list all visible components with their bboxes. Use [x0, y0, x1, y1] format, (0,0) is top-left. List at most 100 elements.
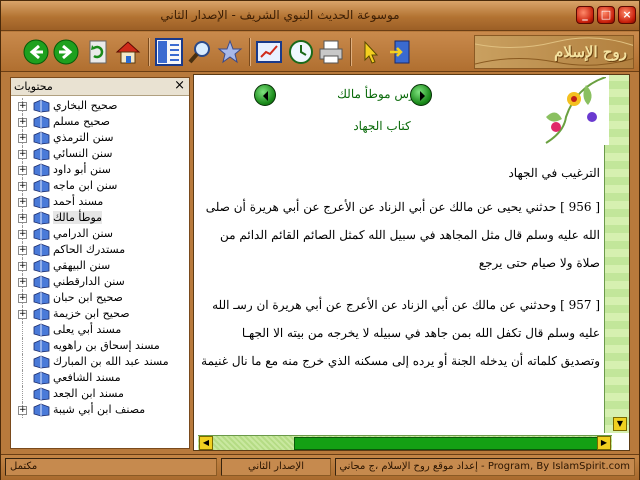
chart-icon[interactable]	[255, 38, 283, 66]
tree-item[interactable]: + صحيح البخاري	[11, 98, 189, 114]
tree-item[interactable]: + سنن البيهقي	[11, 258, 189, 274]
tree-item-label: صحيح البخاري	[53, 99, 118, 112]
tree-item[interactable]: مسند إسحاق بن راهويه	[11, 338, 189, 354]
tree-item[interactable]: + مستدرك الحاكم	[11, 242, 189, 258]
tree-connector	[22, 338, 23, 354]
expand-icon[interactable]: +	[18, 150, 27, 159]
toolbar: روح الإسلام	[1, 32, 639, 72]
tree-item[interactable]: + موطأ مالك	[11, 210, 189, 226]
home-icon[interactable]	[114, 38, 142, 66]
tree-item-label: مصنف ابن أبي شيبة	[53, 403, 146, 416]
minimize-button[interactable]: _	[576, 6, 594, 24]
refresh-icon[interactable]	[84, 38, 112, 66]
book-icon	[33, 179, 50, 193]
book-icon	[33, 195, 50, 209]
tree-item[interactable]: + صحيح ابن حبان	[11, 290, 189, 306]
expand-icon[interactable]: +	[18, 246, 27, 255]
panel-icon[interactable]	[155, 38, 183, 66]
expand-icon[interactable]: +	[18, 278, 27, 287]
book-tree: + صحيح البخاري + صحيح مسلم + سنن الترمذي + سنن …	[11, 98, 189, 418]
book-icon	[33, 371, 50, 385]
pointer-icon[interactable]	[356, 38, 384, 66]
clock-icon[interactable]	[287, 38, 315, 66]
tree-item[interactable]: + سنن النسائي	[11, 146, 189, 162]
tree-item-label: مسند عبد الله بن المبارك	[53, 355, 169, 368]
maximize-button[interactable]: □	[597, 6, 615, 24]
tree-item[interactable]: + سنن ابن ماجه	[11, 178, 189, 194]
expand-icon[interactable]: +	[18, 118, 27, 127]
expand-icon[interactable]: +	[18, 310, 27, 319]
scroll-left-icon[interactable]: ◀	[199, 436, 213, 450]
expand-icon[interactable]: +	[18, 134, 27, 143]
book-icon	[33, 243, 50, 257]
scroll-right-icon[interactable]: ▶	[597, 436, 611, 450]
tree-item[interactable]: + صحيح ابن خزيمة	[11, 306, 189, 322]
expand-icon[interactable]: +	[18, 230, 27, 239]
book-icon	[33, 339, 50, 353]
book-icon	[33, 275, 50, 289]
tree-item[interactable]: مسند عبد الله بن المبارك	[11, 354, 189, 370]
main-window: _ □ × موسوعة الحديث النبوي الشريف - الإص…	[0, 0, 640, 480]
chapter-title: كتاب الجهاد	[353, 119, 411, 133]
close-icon[interactable]: ×	[174, 78, 185, 93]
tree-item-label: سنن أبو داود	[53, 163, 111, 176]
arrow-right-icon[interactable]	[52, 38, 80, 66]
tree-item[interactable]: + سنن الدارقطني	[11, 274, 189, 290]
tree-item[interactable]: + صحيح مسلم	[11, 114, 189, 130]
book-icon	[33, 227, 50, 241]
magnifier-icon[interactable]	[186, 38, 214, 66]
book-icon	[33, 307, 50, 321]
tree-item[interactable]: + مصنف ابن أبي شيبة	[11, 402, 189, 418]
tree-item-label: سنن الدرامي	[53, 227, 114, 240]
book-icon	[33, 163, 50, 177]
expand-icon[interactable]: +	[18, 214, 27, 223]
printer-icon[interactable]	[317, 38, 345, 66]
tree-item-label: سنن ابن ماجه	[53, 179, 118, 192]
door-exit-icon[interactable]	[387, 38, 415, 66]
tree-item[interactable]: + سنن الترمذي	[11, 130, 189, 146]
status-credits: Program, By IslamSpirit.com - إعداد موقع…	[335, 458, 635, 476]
tree-item-label: سنن النسائي	[53, 147, 113, 160]
expand-icon[interactable]: +	[18, 294, 27, 303]
flower-ornament-icon	[545, 77, 606, 144]
vertical-scrollbar[interactable]: ▼	[607, 75, 629, 433]
scroll-down-icon[interactable]: ▼	[613, 417, 627, 431]
close-button[interactable]: ×	[618, 6, 636, 24]
tree-item-label: سنن الترمذي	[53, 131, 114, 144]
tree-connector	[22, 354, 23, 370]
tree-item[interactable]: مسند أبي يعلى	[11, 322, 189, 338]
title-bar[interactable]: _ □ × موسوعة الحديث النبوي الشريف - الإص…	[1, 1, 639, 31]
tree-item[interactable]: مسند الشافعي	[11, 370, 189, 386]
tree-item[interactable]: مسند ابن الجعد	[11, 386, 189, 402]
arrow-left-icon[interactable]	[22, 38, 50, 66]
tree-item-label: سنن البيهقي	[53, 259, 111, 272]
horizontal-scrollbar[interactable]: ◀ ▶	[198, 435, 612, 450]
tree-item-label: موطأ مالك	[53, 211, 103, 224]
tree-item[interactable]: + سنن أبو داود	[11, 162, 189, 178]
horizontal-scroll-thumb[interactable]	[294, 437, 602, 450]
previous-page-button[interactable]	[254, 84, 276, 106]
book-icon	[33, 291, 50, 305]
tree-item[interactable]: + سنن الدرامي	[11, 226, 189, 242]
tree-item-label: صحيح ابن خزيمة	[53, 307, 130, 320]
next-page-button[interactable]	[410, 84, 432, 106]
expand-icon[interactable]: +	[18, 406, 27, 415]
book-icon	[33, 115, 50, 129]
toolbar-separator	[148, 38, 150, 66]
status-bar: مكتمل الإصدار الثاني Program, By IslamSp…	[1, 454, 639, 480]
index-title[interactable]: فهرس موطأ مالك	[302, 87, 462, 101]
tree-item-label: مسند إسحاق بن راهويه	[53, 339, 160, 352]
expand-icon[interactable]: +	[18, 262, 27, 271]
status-ready: مكتمل	[5, 458, 217, 476]
expand-icon[interactable]: +	[18, 166, 27, 175]
toolbar-separator	[249, 38, 251, 66]
expand-icon[interactable]: +	[18, 182, 27, 191]
book-icon	[33, 403, 50, 417]
banner-text: روح الإسلام	[554, 43, 627, 61]
tree-item[interactable]: + مسند أحمد	[11, 194, 189, 210]
expand-icon[interactable]: +	[18, 198, 27, 207]
expand-icon[interactable]: +	[18, 102, 27, 111]
tree-item-label: مسند الشافعي	[53, 371, 121, 384]
tree-item-label: صحيح مسلم	[53, 115, 111, 128]
star-icon[interactable]	[216, 38, 244, 66]
